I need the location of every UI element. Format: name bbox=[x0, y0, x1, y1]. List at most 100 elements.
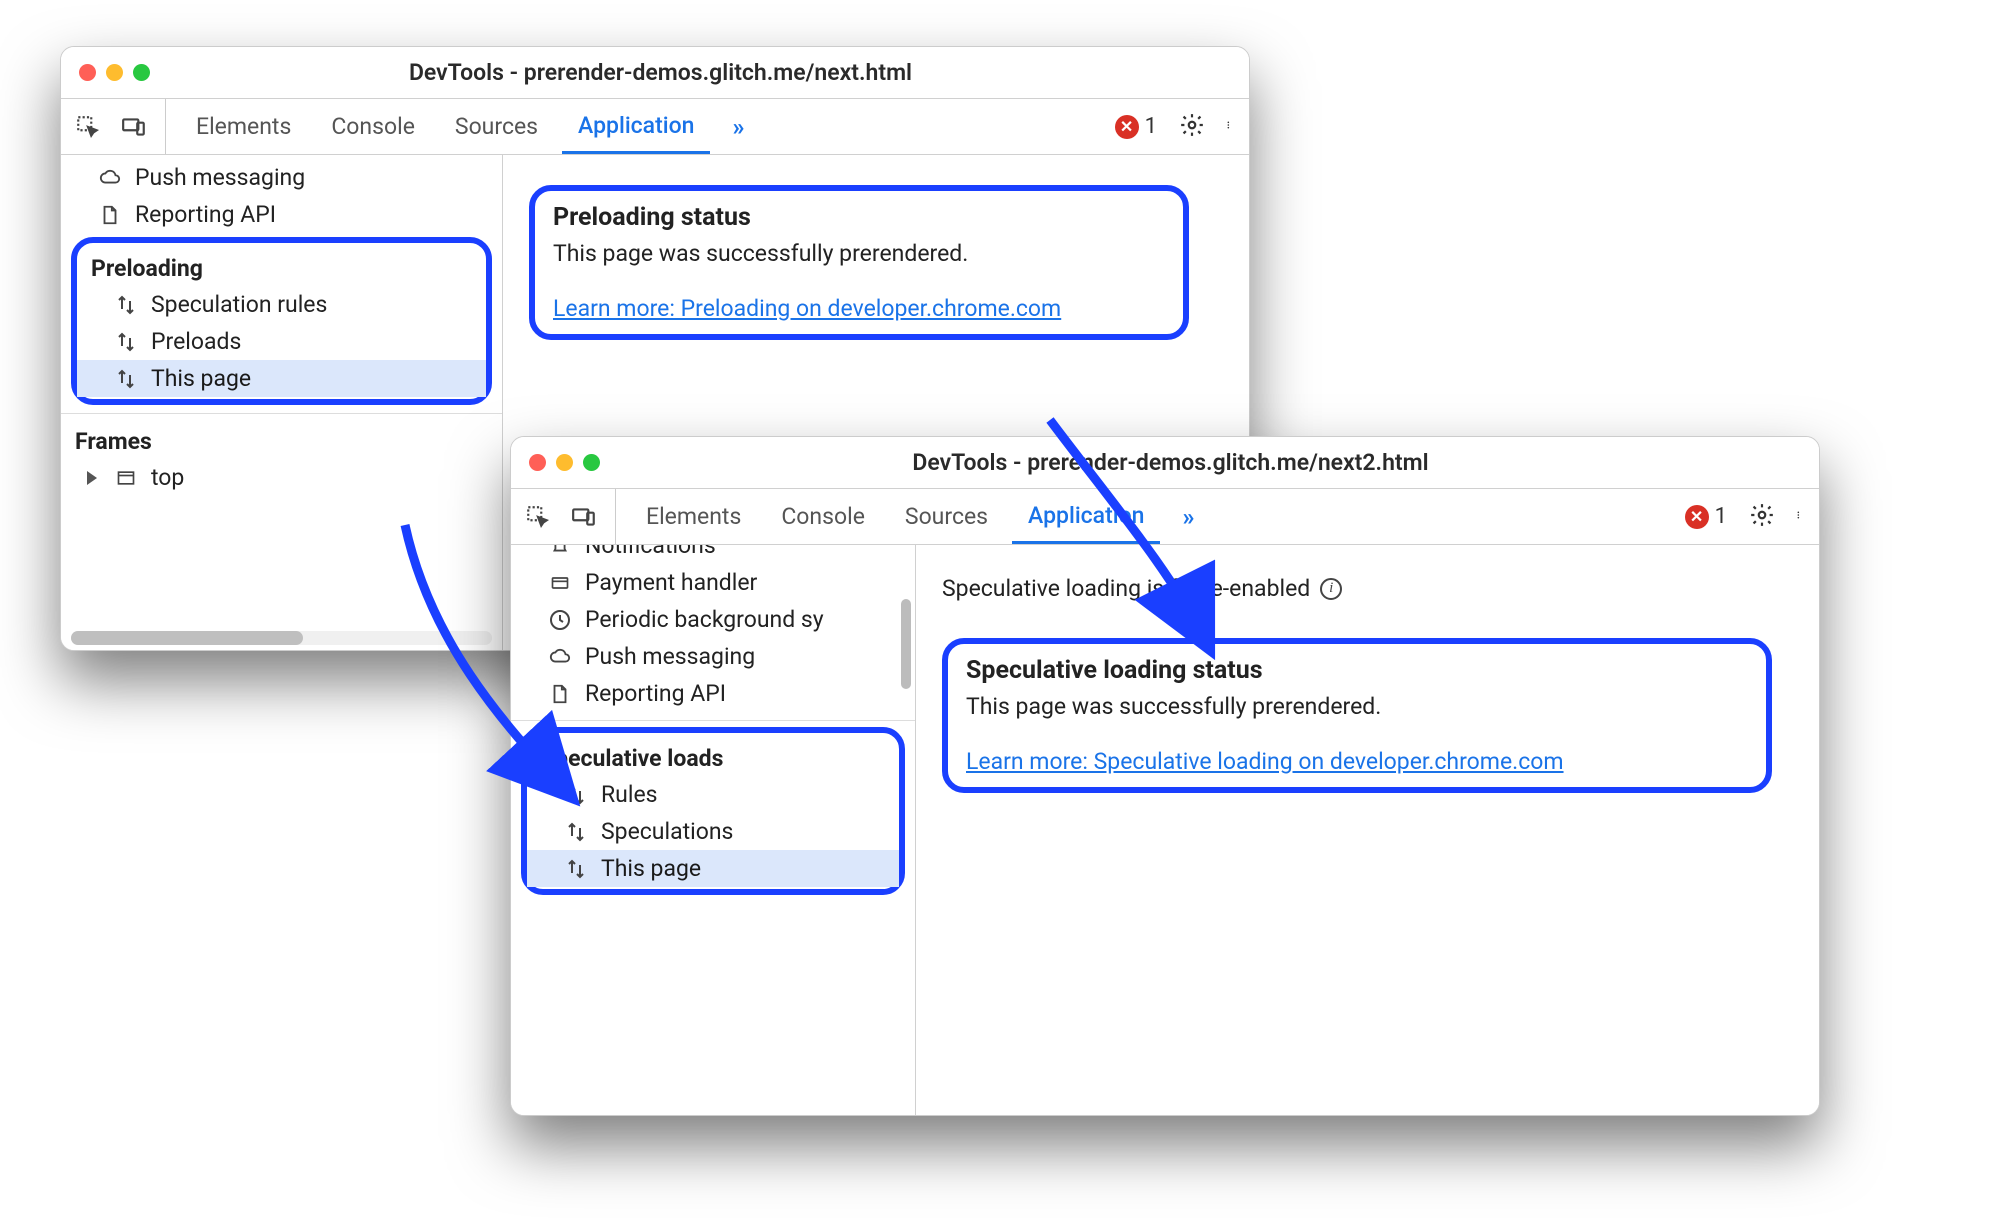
learn-more-link[interactable]: Learn more: Speculative loading on devel… bbox=[966, 748, 1564, 775]
transfer-icon bbox=[563, 819, 589, 845]
tab-elements[interactable]: Elements bbox=[630, 489, 757, 544]
error-icon: ✕ bbox=[1685, 505, 1709, 529]
tab-sources[interactable]: Sources bbox=[439, 99, 554, 154]
credit-card-icon bbox=[547, 570, 573, 596]
learn-more-link[interactable]: Learn more: Preloading on developer.chro… bbox=[553, 295, 1061, 322]
device-toolbar-icon[interactable] bbox=[571, 504, 597, 530]
window-title: DevTools - prerender-demos.glitch.me/nex… bbox=[612, 449, 1729, 476]
speculative-status-text: This page was successfully prerendered. bbox=[966, 693, 1748, 720]
more-tabs-button[interactable]: » bbox=[1182, 503, 1194, 531]
preloading-status-heading: Preloading status bbox=[553, 203, 1165, 232]
minimize-window-button[interactable] bbox=[556, 454, 573, 471]
device-toolbar-icon[interactable] bbox=[121, 114, 147, 140]
devtools-toolbar-b: Elements Console Sources Application » ✕… bbox=[511, 489, 1819, 545]
devtools-toolbar-a: Elements Console Sources Application » ✕… bbox=[61, 99, 1249, 155]
titlebar-b: DevTools - prerender-demos.glitch.me/nex… bbox=[511, 437, 1819, 489]
sidebar-group-preloading[interactable]: Preloading bbox=[77, 247, 486, 286]
inspect-element-icon[interactable] bbox=[525, 504, 551, 530]
traffic-lights bbox=[79, 64, 150, 81]
tab-application[interactable]: Application bbox=[562, 99, 710, 154]
transfer-icon bbox=[563, 856, 589, 882]
zoom-window-button[interactable] bbox=[583, 454, 600, 471]
application-sidebar-a: Push messaging Reporting API Preloading … bbox=[61, 155, 503, 650]
traffic-lights bbox=[529, 454, 600, 471]
settings-gear-icon[interactable] bbox=[1179, 112, 1205, 142]
sidebar-group-frames[interactable]: Frames bbox=[61, 420, 502, 459]
sidebar-item-rules[interactable]: Rules bbox=[527, 776, 899, 813]
sidebar-group-speculative-loads[interactable]: Speculative loads bbox=[527, 737, 899, 776]
error-count: 1 bbox=[1145, 114, 1157, 139]
sidebar-item-notifications[interactable]: Notifications bbox=[511, 545, 915, 564]
sidebar-item-reporting-api[interactable]: Reporting API bbox=[511, 675, 915, 712]
error-count: 1 bbox=[1715, 504, 1727, 529]
scrollbar-thumb[interactable] bbox=[71, 631, 303, 645]
sidebar-item-label: top bbox=[151, 464, 184, 491]
more-menu-icon[interactable] bbox=[1797, 502, 1805, 532]
sidebar-item-label: Push messaging bbox=[585, 643, 755, 670]
error-badge[interactable]: ✕ 1 bbox=[1115, 114, 1157, 139]
sidebar-item-label: This page bbox=[601, 855, 701, 882]
sidebar-item-label: Periodic background sy bbox=[585, 606, 824, 633]
cloud-icon bbox=[97, 165, 123, 191]
tab-console[interactable]: Console bbox=[765, 489, 881, 544]
sidebar-item-this-page[interactable]: This page bbox=[527, 850, 899, 887]
tab-console[interactable]: Console bbox=[315, 99, 431, 154]
transfer-icon bbox=[113, 366, 139, 392]
more-tabs-button[interactable]: » bbox=[732, 113, 744, 141]
document-icon bbox=[97, 202, 123, 228]
annotation-highlight-main-b: Speculative loading status This page was… bbox=[942, 638, 1772, 793]
sidebar-item-label: Reporting API bbox=[135, 201, 276, 228]
sidebar-item-label: Preloads bbox=[151, 328, 241, 355]
sidebar-item-label: This page bbox=[151, 365, 251, 392]
zoom-window-button[interactable] bbox=[133, 64, 150, 81]
sidebar-item-label: Reporting API bbox=[585, 680, 726, 707]
application-sidebar-b: Notifications Payment handler Periodic b… bbox=[511, 545, 916, 1115]
sidebar-item-push-messaging[interactable]: Push messaging bbox=[61, 159, 502, 196]
devtools-window-b: DevTools - prerender-demos.glitch.me/nex… bbox=[510, 436, 1820, 1116]
sidebar-item-payment-handler[interactable]: Payment handler bbox=[511, 564, 915, 601]
sidebar-item-label: Speculation rules bbox=[151, 291, 327, 318]
settings-gear-icon[interactable] bbox=[1749, 502, 1775, 532]
close-window-button[interactable] bbox=[79, 64, 96, 81]
cloud-icon bbox=[547, 644, 573, 670]
application-main-b: Speculative loading is force-enabled i S… bbox=[916, 545, 1819, 1115]
preloading-status-text: This page was successfully prerendered. bbox=[553, 240, 1165, 267]
sidebar-item-speculations[interactable]: Speculations bbox=[527, 813, 899, 850]
window-icon bbox=[113, 465, 139, 491]
sidebar-item-push-messaging[interactable]: Push messaging bbox=[511, 638, 915, 675]
window-title: DevTools - prerender-demos.glitch.me/nex… bbox=[162, 59, 1159, 86]
sidebar-item-speculation-rules[interactable]: Speculation rules bbox=[77, 286, 486, 323]
sidebar-item-label: Notifications bbox=[585, 545, 716, 559]
more-menu-icon[interactable] bbox=[1227, 112, 1235, 142]
horizontal-scrollbar[interactable] bbox=[71, 631, 492, 645]
error-icon: ✕ bbox=[1115, 115, 1139, 139]
transfer-icon bbox=[113, 329, 139, 355]
sidebar-item-label: Rules bbox=[601, 781, 658, 808]
annotation-highlight-main-a: Preloading status This page was successf… bbox=[529, 185, 1189, 340]
sidebar-item-periodic-bg-sync[interactable]: Periodic background sy bbox=[511, 601, 915, 638]
speculative-force-enabled-banner: Speculative loading is force-enabled i bbox=[942, 575, 1793, 602]
sidebar-item-reporting-api[interactable]: Reporting API bbox=[61, 196, 502, 233]
close-window-button[interactable] bbox=[529, 454, 546, 471]
error-badge[interactable]: ✕ 1 bbox=[1685, 504, 1727, 529]
annotation-highlight-sidebar-a: Preloading Speculation rules Preloads Th… bbox=[71, 237, 492, 405]
tab-sources[interactable]: Sources bbox=[889, 489, 1004, 544]
scrollbar-thumb[interactable] bbox=[901, 599, 911, 689]
vertical-scrollbar[interactable] bbox=[901, 549, 911, 1109]
tab-application[interactable]: Application bbox=[1012, 489, 1160, 544]
titlebar-a: DevTools - prerender-demos.glitch.me/nex… bbox=[61, 47, 1249, 99]
sidebar-item-label: Payment handler bbox=[585, 569, 757, 596]
info-icon[interactable]: i bbox=[1320, 578, 1342, 600]
banner-text: Speculative loading is force-enabled bbox=[942, 575, 1310, 602]
sidebar-item-preloads[interactable]: Preloads bbox=[77, 323, 486, 360]
disclosure-triangle-icon bbox=[87, 471, 97, 485]
speculative-status-heading: Speculative loading status bbox=[966, 656, 1748, 685]
inspect-element-icon[interactable] bbox=[75, 114, 101, 140]
transfer-icon bbox=[113, 292, 139, 318]
sidebar-item-frame-top[interactable]: top bbox=[61, 459, 502, 496]
tab-elements[interactable]: Elements bbox=[180, 99, 307, 154]
sidebar-item-label: Speculations bbox=[601, 818, 733, 845]
transfer-icon bbox=[563, 782, 589, 808]
minimize-window-button[interactable] bbox=[106, 64, 123, 81]
sidebar-item-this-page[interactable]: This page bbox=[77, 360, 486, 397]
